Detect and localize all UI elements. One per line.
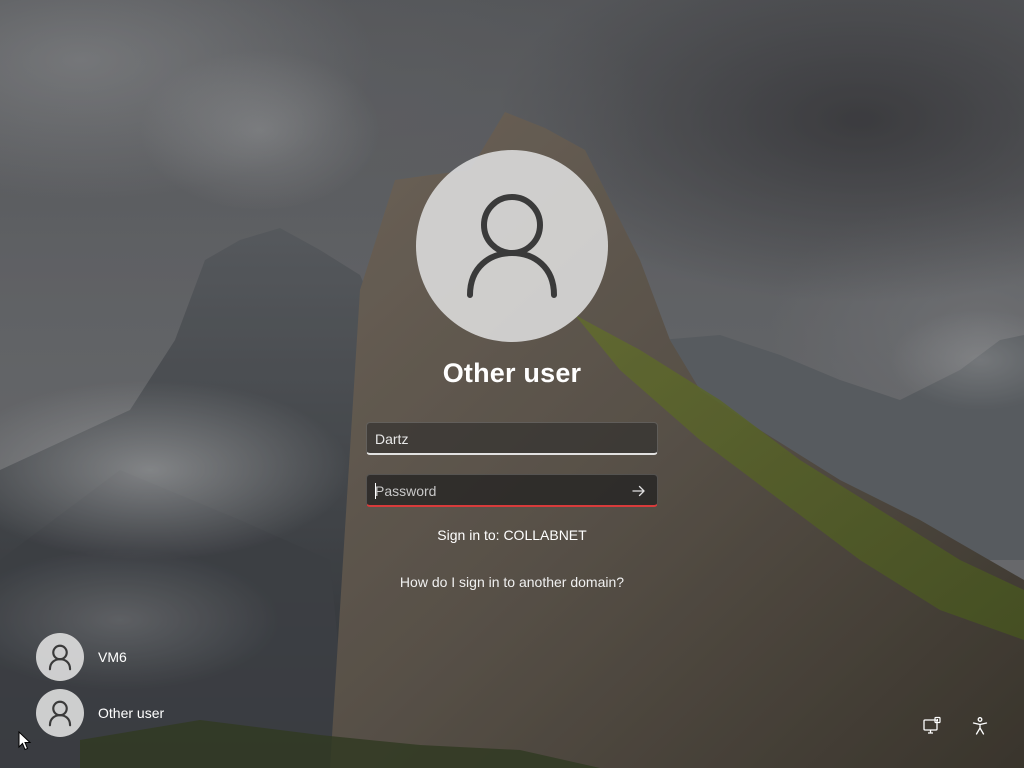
arrow-right-icon [632,485,645,497]
user-tile-vm6[interactable]: VM6 [34,632,294,682]
network-button[interactable] [920,714,944,738]
accessibility-icon [972,717,988,735]
user-tile-name: Other user [98,705,165,721]
sign-in-domain-text: Sign in to: COLLABNET [437,527,587,543]
selected-user-avatar [416,150,608,342]
network-icon [923,716,941,734]
accessibility-button[interactable] [968,714,992,738]
mouse-cursor [18,731,32,751]
lock-screen: Other user Sign in to: COLLABNET How do … [0,0,1024,768]
username-input[interactable] [375,423,625,454]
person-icon [467,194,557,298]
password-input[interactable] [375,475,625,506]
selected-user-name: Other user [442,358,582,388]
user-tile-name: VM6 [98,649,127,665]
user-avatar [36,633,84,681]
person-icon [48,700,72,726]
username-field[interactable] [366,422,658,455]
person-icon [48,644,72,670]
password-field[interactable] [366,474,658,507]
text-caret [375,483,376,499]
user-tile-other-user[interactable]: Other user [34,688,294,738]
submit-button[interactable] [627,479,651,503]
other-domain-link[interactable]: How do I sign in to another domain? [312,574,712,590]
user-avatar [36,689,84,737]
